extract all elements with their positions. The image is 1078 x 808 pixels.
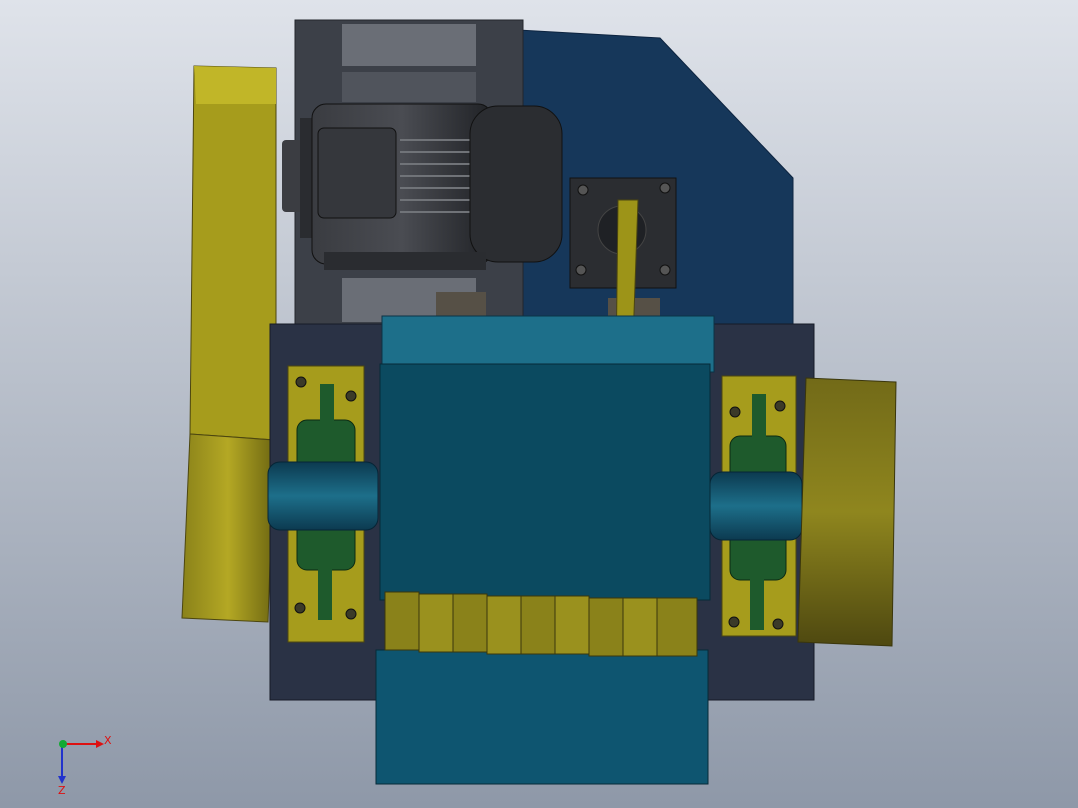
right-shaft[interactable] xyxy=(709,471,803,541)
crusher-housing[interactable] xyxy=(375,315,715,785)
electric-motor[interactable] xyxy=(282,103,563,270)
triad-x-label: X xyxy=(104,734,112,747)
left-pulley[interactable] xyxy=(181,65,277,623)
cad-viewport[interactable]: X Z xyxy=(0,0,1078,808)
right-pulley[interactable] xyxy=(797,377,897,647)
hammer-row[interactable] xyxy=(384,591,698,657)
assembly-view[interactable]: X Z xyxy=(0,0,1078,808)
triad-y-axis-dot xyxy=(59,740,67,748)
left-shaft[interactable] xyxy=(267,461,379,531)
triad-z-label: Z xyxy=(58,784,66,797)
